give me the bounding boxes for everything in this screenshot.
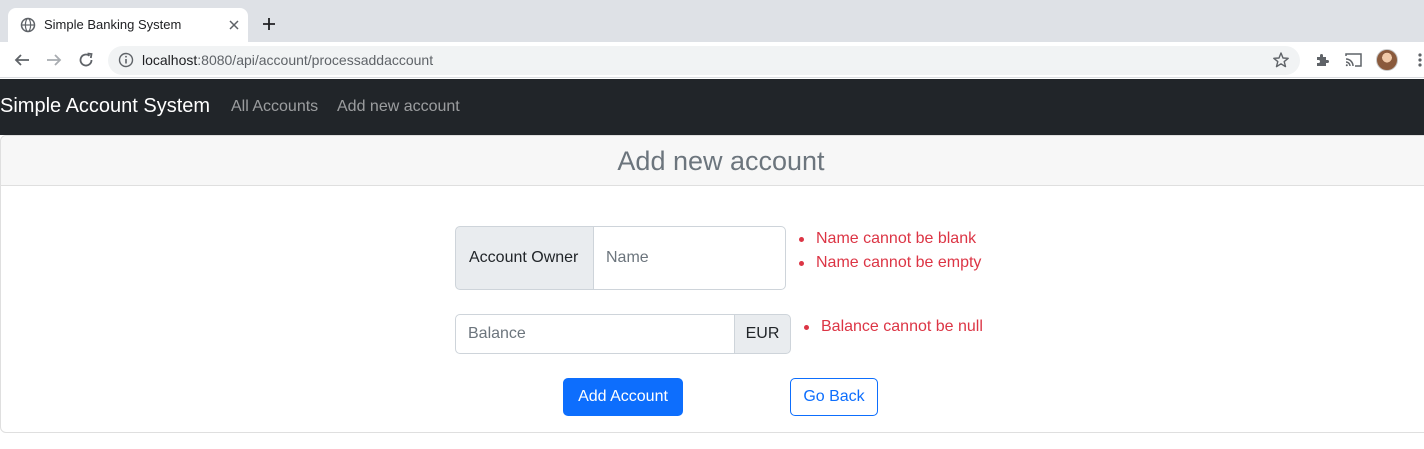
back-arrow-icon[interactable] [10,48,34,72]
nav-link-all-accounts[interactable]: All Accounts [231,98,318,116]
card-header: Add new account [1,136,1424,186]
new-tab-icon[interactable] [258,13,280,35]
profile-avatar[interactable] [1376,49,1398,71]
extensions-icon[interactable] [1310,48,1334,72]
url-text: localhost:8080/api/account/processaddacc… [142,52,433,68]
error-message: Balance cannot be null [801,315,983,339]
name-error-list: Name cannot be blank Name cannot be empt… [796,227,981,275]
close-icon[interactable] [226,17,242,33]
url-path: :8080/api/account/processaddaccount [197,52,434,68]
error-message: Name cannot be blank [796,227,981,251]
balance-input[interactable]: Balance [455,314,735,354]
browser-toolbar: localhost:8080/api/account/processaddacc… [0,42,1424,78]
balance-error-list: Balance cannot be null [801,315,983,339]
bookmark-star-icon[interactable] [1272,51,1290,69]
reload-icon[interactable] [74,48,98,72]
globe-icon [20,17,36,33]
forward-arrow-icon[interactable] [42,48,66,72]
cast-icon[interactable] [1342,48,1366,72]
account-owner-label: Account Owner [455,226,594,290]
app-navbar: Simple Account System All Accounts Add n… [0,79,1424,135]
go-back-button[interactable]: Go Back [790,378,878,416]
add-account-card: Add new account Account Owner Name Name … [0,135,1424,433]
url-host: localhost [142,52,198,68]
more-menu-icon[interactable] [1408,48,1424,72]
address-bar[interactable]: localhost:8080/api/account/processaddacc… [108,46,1300,75]
tab-title: Simple Banking System [44,17,182,32]
browser-tab[interactable]: Simple Banking System [8,8,248,42]
browser-tab-strip: Simple Banking System [0,0,1424,42]
info-icon[interactable] [118,52,134,68]
error-message: Name cannot be empty [796,251,981,275]
name-input[interactable]: Name [593,226,786,290]
currency-label: EUR [734,314,791,354]
navbar-brand[interactable]: Simple Account System [0,95,210,118]
page-title: Add new account [617,146,825,176]
add-account-button[interactable]: Add Account [563,378,683,416]
nav-link-add-account[interactable]: Add new account [337,98,460,116]
